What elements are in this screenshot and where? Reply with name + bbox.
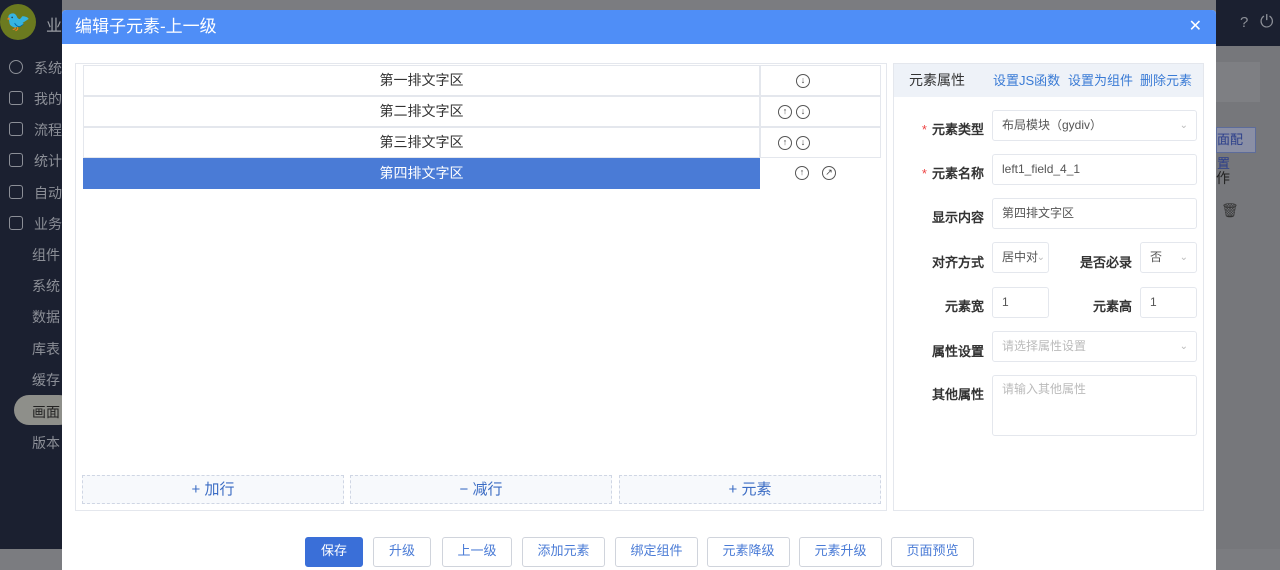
help-icon[interactable]: ? — [1240, 14, 1248, 31]
set-component-link[interactable]: 设置为组件 — [1068, 64, 1133, 97]
attr-select[interactable]: 请选择属性设置 ⌄ — [992, 331, 1197, 362]
row-actions: ↑ ↓ — [760, 127, 881, 158]
nav-label: 流程 — [34, 122, 62, 138]
arrow-down-icon[interactable]: ↓ — [796, 74, 810, 88]
sub-nav-item-active[interactable]: 画面 — [32, 402, 60, 422]
background-content: 作 🗑 — [1216, 46, 1280, 549]
arrow-up-icon[interactable]: ↑ — [795, 166, 809, 180]
settings-icon — [9, 60, 23, 74]
upgrade-button[interactable]: 升级 — [373, 537, 431, 567]
type-select[interactable]: 布局模块（gydiv） ⌄ — [992, 110, 1197, 141]
nav-label: 自动 — [34, 185, 62, 201]
add-element-button[interactable]: + 元素 — [619, 475, 881, 504]
business-icon — [9, 216, 23, 230]
sidebar: 🐦 业 系统 我的 流程 统计 自动 业务 组件 系统 数据 库表 缓存 画面 … — [0, 0, 74, 549]
delete-element-link[interactable]: 删除元素 — [1140, 64, 1192, 97]
app-title: 业 — [46, 18, 63, 35]
element-properties-panel: 元素属性 设置JS函数 设置为组件 删除元素 * 元素类型 布局模块（gydiv）… — [893, 63, 1204, 511]
dialog-header: 编辑子元素-上一级 ✕ — [62, 10, 1216, 44]
sub-nav-item[interactable]: 版本 — [32, 433, 60, 453]
nav-label: 我的 — [34, 91, 62, 107]
element-upgrade-button[interactable]: 元素升级 — [799, 537, 882, 567]
other-label: 其他属性 — [931, 387, 984, 402]
layout-row[interactable]: 第三排文字区 — [83, 127, 760, 158]
row-actions: ↑ ↗ — [760, 158, 881, 189]
chart-icon — [9, 153, 23, 167]
page-config-button[interactable]: 面配置 — [1216, 127, 1256, 171]
layout-row-selected[interactable]: 第四排文字区 — [83, 158, 760, 189]
logo-icon: 🐦 — [0, 4, 36, 40]
required-select[interactable]: 否 ⌄ — [1140, 242, 1197, 273]
width-label: 元素宽 — [944, 299, 984, 314]
page-preview-button[interactable]: 页面预览 — [891, 537, 974, 567]
nav-label: 系统 — [34, 60, 62, 76]
properties-header: 元素属性 设置JS函数 设置为组件 删除元素 — [894, 64, 1203, 97]
type-label: * 元素类型 — [921, 122, 984, 137]
close-icon[interactable]: ✕ — [1189, 10, 1202, 44]
content-label: 显示内容 — [931, 210, 984, 225]
other-textarea[interactable]: 请输入其他属性 — [992, 375, 1197, 436]
save-button[interactable]: 保存 — [305, 537, 363, 567]
row-actions: ↑ ↓ — [760, 96, 881, 127]
bind-component-button[interactable]: 绑定组件 — [615, 537, 698, 567]
align-label: 对齐方式 — [931, 255, 984, 270]
topbar: ? ⏻ — [1216, 0, 1280, 46]
trash-icon[interactable]: 🗑 — [1221, 202, 1239, 219]
bg-panel — [1216, 62, 1260, 102]
sub-nav-item[interactable]: 库表 — [32, 339, 60, 359]
inbox-icon — [9, 91, 23, 105]
sub-nav-item[interactable]: 缓存 — [32, 370, 60, 390]
power-icon[interactable]: ⏻ — [1260, 12, 1273, 32]
properties-title: 元素属性 — [909, 72, 965, 88]
nav-label: 统计 — [34, 153, 62, 169]
arrow-down-icon[interactable]: ↓ — [796, 136, 810, 150]
element-downgrade-button[interactable]: 元素降级 — [707, 537, 790, 567]
layout-row[interactable]: 第一排文字区 — [83, 65, 760, 96]
arrow-down-icon[interactable]: ↓ — [796, 105, 810, 119]
arrow-up-icon[interactable]: ↑ — [778, 136, 792, 150]
required-label: 是否必录 — [1079, 255, 1132, 270]
edit-child-element-dialog: 编辑子元素-上一级 ✕ 第一排文字区 第二排文字区 第三排文字区 第四排文字区 … — [62, 10, 1216, 570]
width-input[interactable]: 1 — [992, 287, 1049, 318]
document-search-icon — [9, 185, 23, 199]
row-actions: ↓ — [760, 65, 881, 96]
remove-row-button[interactable]: − 减行 — [350, 475, 612, 504]
add-element-footer-button[interactable]: 添加元素 — [522, 537, 605, 567]
align-select[interactable]: 居中对 ⌄ — [992, 242, 1049, 273]
layout-row[interactable]: 第二排文字区 — [83, 96, 760, 127]
sub-nav-item[interactable]: 组件 — [32, 245, 60, 265]
sub-nav-item[interactable]: 数据 — [32, 307, 60, 327]
parent-level-button[interactable]: 上一级 — [442, 537, 512, 567]
name-label: * 元素名称 — [921, 166, 984, 181]
flow-icon — [9, 122, 23, 136]
content-input[interactable]: 第四排文字区 — [992, 198, 1197, 229]
edit-icon[interactable]: ↗ — [822, 166, 836, 180]
arrow-up-icon[interactable]: ↑ — [778, 105, 792, 119]
set-js-link[interactable]: 设置JS函数 — [993, 64, 1060, 97]
height-input[interactable]: 1 — [1140, 287, 1197, 318]
attr-label: 属性设置 — [931, 344, 984, 359]
layout-editor: 第一排文字区 第二排文字区 第三排文字区 第四排文字区 ↓ ↑ ↓ ↑ ↓ ↑ ↗ +… — [75, 63, 887, 511]
sub-nav-item[interactable]: 系统 — [32, 276, 60, 296]
nav-label: 业务 — [34, 216, 62, 232]
name-input[interactable]: left1_field_4_1 — [992, 154, 1197, 185]
height-label: 元素高 — [1092, 299, 1132, 314]
add-row-button[interactable]: + 加行 — [82, 475, 344, 504]
dialog-title: 编辑子元素-上一级 — [75, 17, 217, 36]
